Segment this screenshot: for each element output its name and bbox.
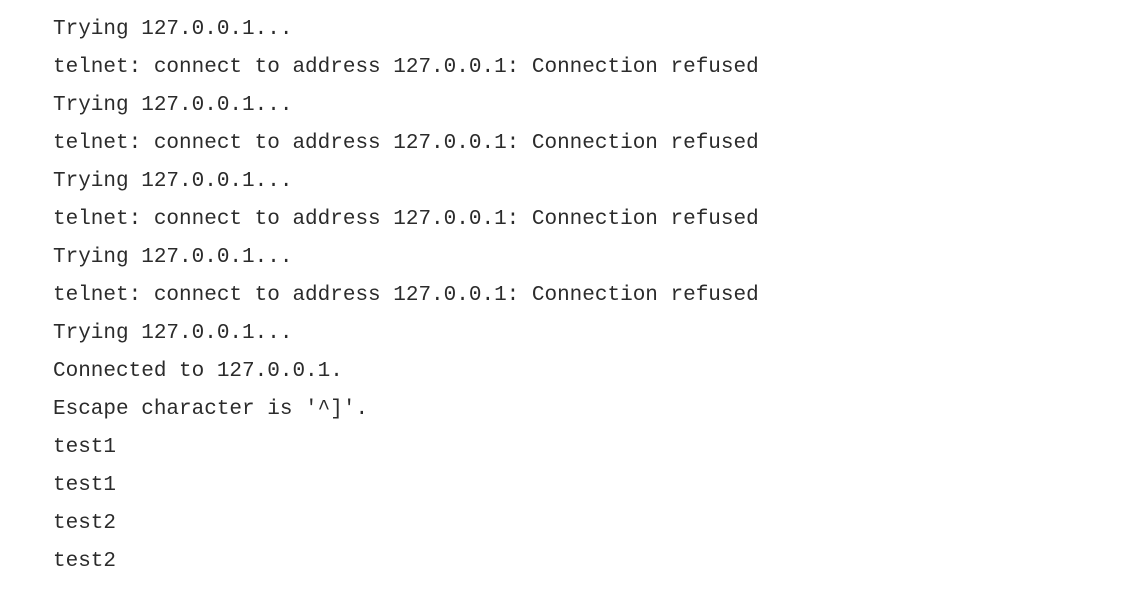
terminal-line: Connected to 127.0.0.1. bbox=[53, 360, 343, 383]
terminal-line: Trying 127.0.0.1... bbox=[53, 170, 293, 193]
terminal-line: telnet: connect to address 127.0.0.1: Co… bbox=[53, 284, 759, 307]
terminal-line: Trying 127.0.0.1... bbox=[53, 18, 293, 41]
terminal-line: telnet: connect to address 127.0.0.1: Co… bbox=[53, 56, 759, 79]
terminal-line: test2 bbox=[53, 512, 117, 535]
terminal-line: test1 bbox=[53, 474, 117, 497]
terminal-line: Trying 127.0.0.1... bbox=[53, 94, 293, 117]
terminal-line: telnet: connect to address 127.0.0.1: Co… bbox=[53, 132, 759, 155]
terminal-line: Escape character is '^]'. bbox=[53, 398, 369, 421]
terminal-line: Trying 127.0.0.1... bbox=[53, 246, 293, 269]
terminal-line: telnet: connect to address 127.0.0.1: Co… bbox=[53, 208, 759, 231]
terminal-line: test1 bbox=[53, 436, 117, 459]
terminal-output[interactable]: Trying 127.0.0.1... telnet: connect to a… bbox=[53, 11, 1113, 591]
terminal-line: Trying 127.0.0.1... bbox=[53, 322, 293, 345]
terminal-line: test2 bbox=[53, 550, 117, 573]
